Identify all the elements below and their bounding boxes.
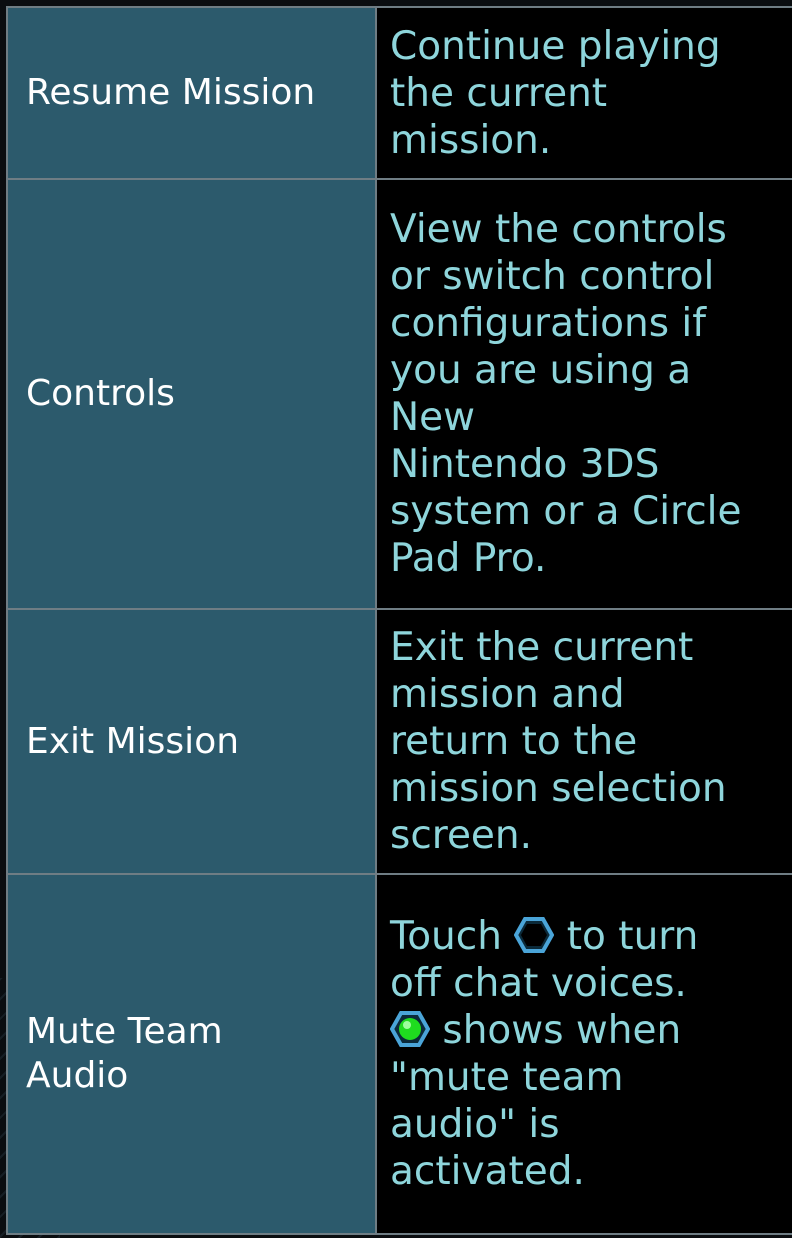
option-description-controls: View the controls or switch control conf… bbox=[375, 178, 792, 610]
description-line: audio" is bbox=[390, 1102, 560, 1147]
description-line: New bbox=[390, 395, 476, 440]
description-line: Pad Pro. bbox=[390, 536, 547, 581]
menu-row-mute-team-audio: Mute Team Audio Touch to turn off chat v… bbox=[6, 873, 792, 1235]
description-line: Continue playing bbox=[390, 23, 721, 69]
description-line: "mute team bbox=[390, 1055, 624, 1100]
description-line: mission selection bbox=[390, 766, 727, 811]
option-name-controls[interactable]: Controls bbox=[6, 178, 377, 610]
description-line: activated. bbox=[390, 1149, 585, 1194]
description-line: system or a Circle bbox=[390, 489, 742, 534]
option-name-line: Audio bbox=[26, 1055, 129, 1096]
menu-row-resume-mission: Resume Mission Continue playing the curr… bbox=[6, 6, 792, 180]
option-name-mute-team-audio[interactable]: Mute Team Audio bbox=[6, 873, 377, 1235]
description-line: configurations if bbox=[390, 301, 706, 346]
option-description-mute-team-audio: Touch to turn off chat voices. shows whe… bbox=[375, 873, 792, 1235]
menu-row-exit-mission: Exit Mission Exit the current mission an… bbox=[6, 608, 792, 875]
description-line: Nintendo 3DS bbox=[390, 442, 660, 487]
description-line: or switch control bbox=[390, 254, 715, 299]
description-line: View the controls bbox=[390, 207, 727, 252]
option-name-line: Mute Team bbox=[26, 1011, 223, 1052]
option-name-resume-mission[interactable]: Resume Mission bbox=[6, 6, 377, 180]
description-line: Touch to turn bbox=[390, 913, 792, 960]
hexagon-outline-icon bbox=[514, 917, 555, 953]
description-line: Exit the current bbox=[390, 625, 694, 670]
description-line: mission and bbox=[390, 672, 625, 717]
description-text: to turn bbox=[554, 914, 699, 959]
option-description-exit-mission: Exit the current mission and return to t… bbox=[375, 608, 792, 875]
description-text: shows when bbox=[430, 1008, 682, 1053]
description-text: Touch bbox=[390, 914, 515, 959]
option-name-exit-mission[interactable]: Exit Mission bbox=[6, 608, 377, 875]
description-line: off chat voices. bbox=[390, 961, 687, 1006]
description-line: shows when bbox=[390, 1007, 792, 1054]
description-line: you are using a bbox=[390, 348, 692, 393]
hexagon-green-icon bbox=[390, 1011, 430, 1047]
description-line: the current bbox=[390, 70, 608, 116]
option-description-resume-mission: Continue playing the current mission. bbox=[375, 6, 792, 180]
menu-row-controls: Controls View the controls or switch con… bbox=[6, 178, 792, 610]
description-line: screen. bbox=[390, 813, 533, 858]
description-line: mission. bbox=[390, 117, 552, 163]
description-line: return to the bbox=[390, 719, 638, 764]
pause-menu-table: Resume Mission Continue playing the curr… bbox=[6, 6, 792, 1235]
